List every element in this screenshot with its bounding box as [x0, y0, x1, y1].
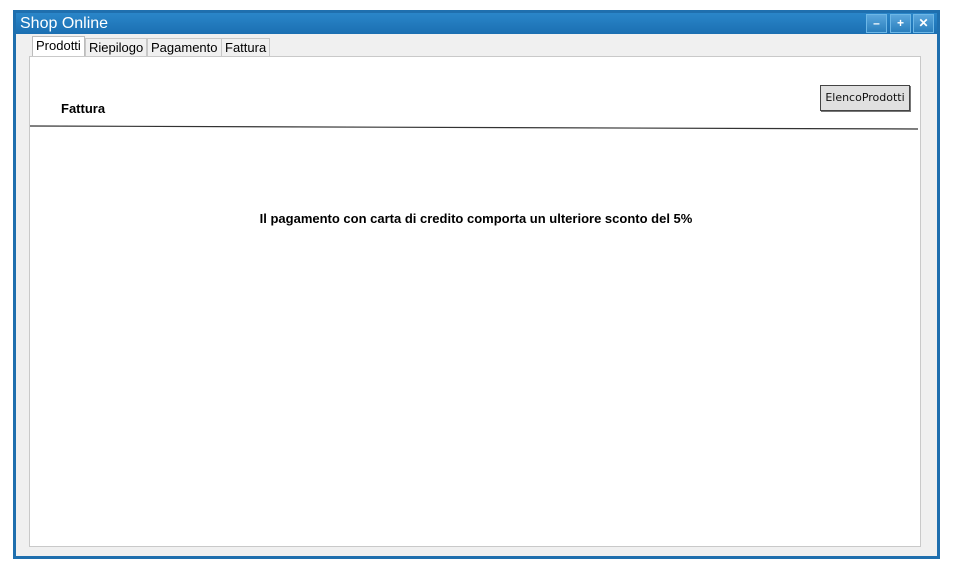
- elenco-prodotti-button[interactable]: ElencoProdotti: [820, 85, 910, 111]
- section-title: Fattura: [61, 101, 106, 116]
- tab-prodotti[interactable]: Prodotti: [32, 36, 85, 58]
- maximize-icon: +: [896, 16, 904, 30]
- maximize-button[interactable]: +: [890, 14, 911, 33]
- payment-discount-message: Il pagamento con carta di credito compor…: [259, 211, 693, 226]
- title-bar[interactable]: Shop Online – + ✕: [16, 13, 937, 34]
- tab-pagamento[interactable]: Pagamento: [147, 38, 222, 57]
- minimize-button[interactable]: –: [866, 14, 887, 33]
- close-icon: ✕: [918, 16, 929, 30]
- tab-fattura[interactable]: Fattura: [221, 38, 271, 57]
- app-window: Shop Online – + ✕ Prodotti Riepilogo Pag…: [13, 10, 940, 559]
- window-title: Shop Online: [20, 15, 109, 32]
- divider-line: [30, 125, 919, 130]
- tab-panel: Fattura ElencoProdotti Il pagamento con …: [29, 56, 921, 547]
- minimize-icon: –: [873, 16, 880, 30]
- close-button[interactable]: ✕: [913, 14, 934, 33]
- tab-riepilogo[interactable]: Riepilogo: [85, 38, 148, 57]
